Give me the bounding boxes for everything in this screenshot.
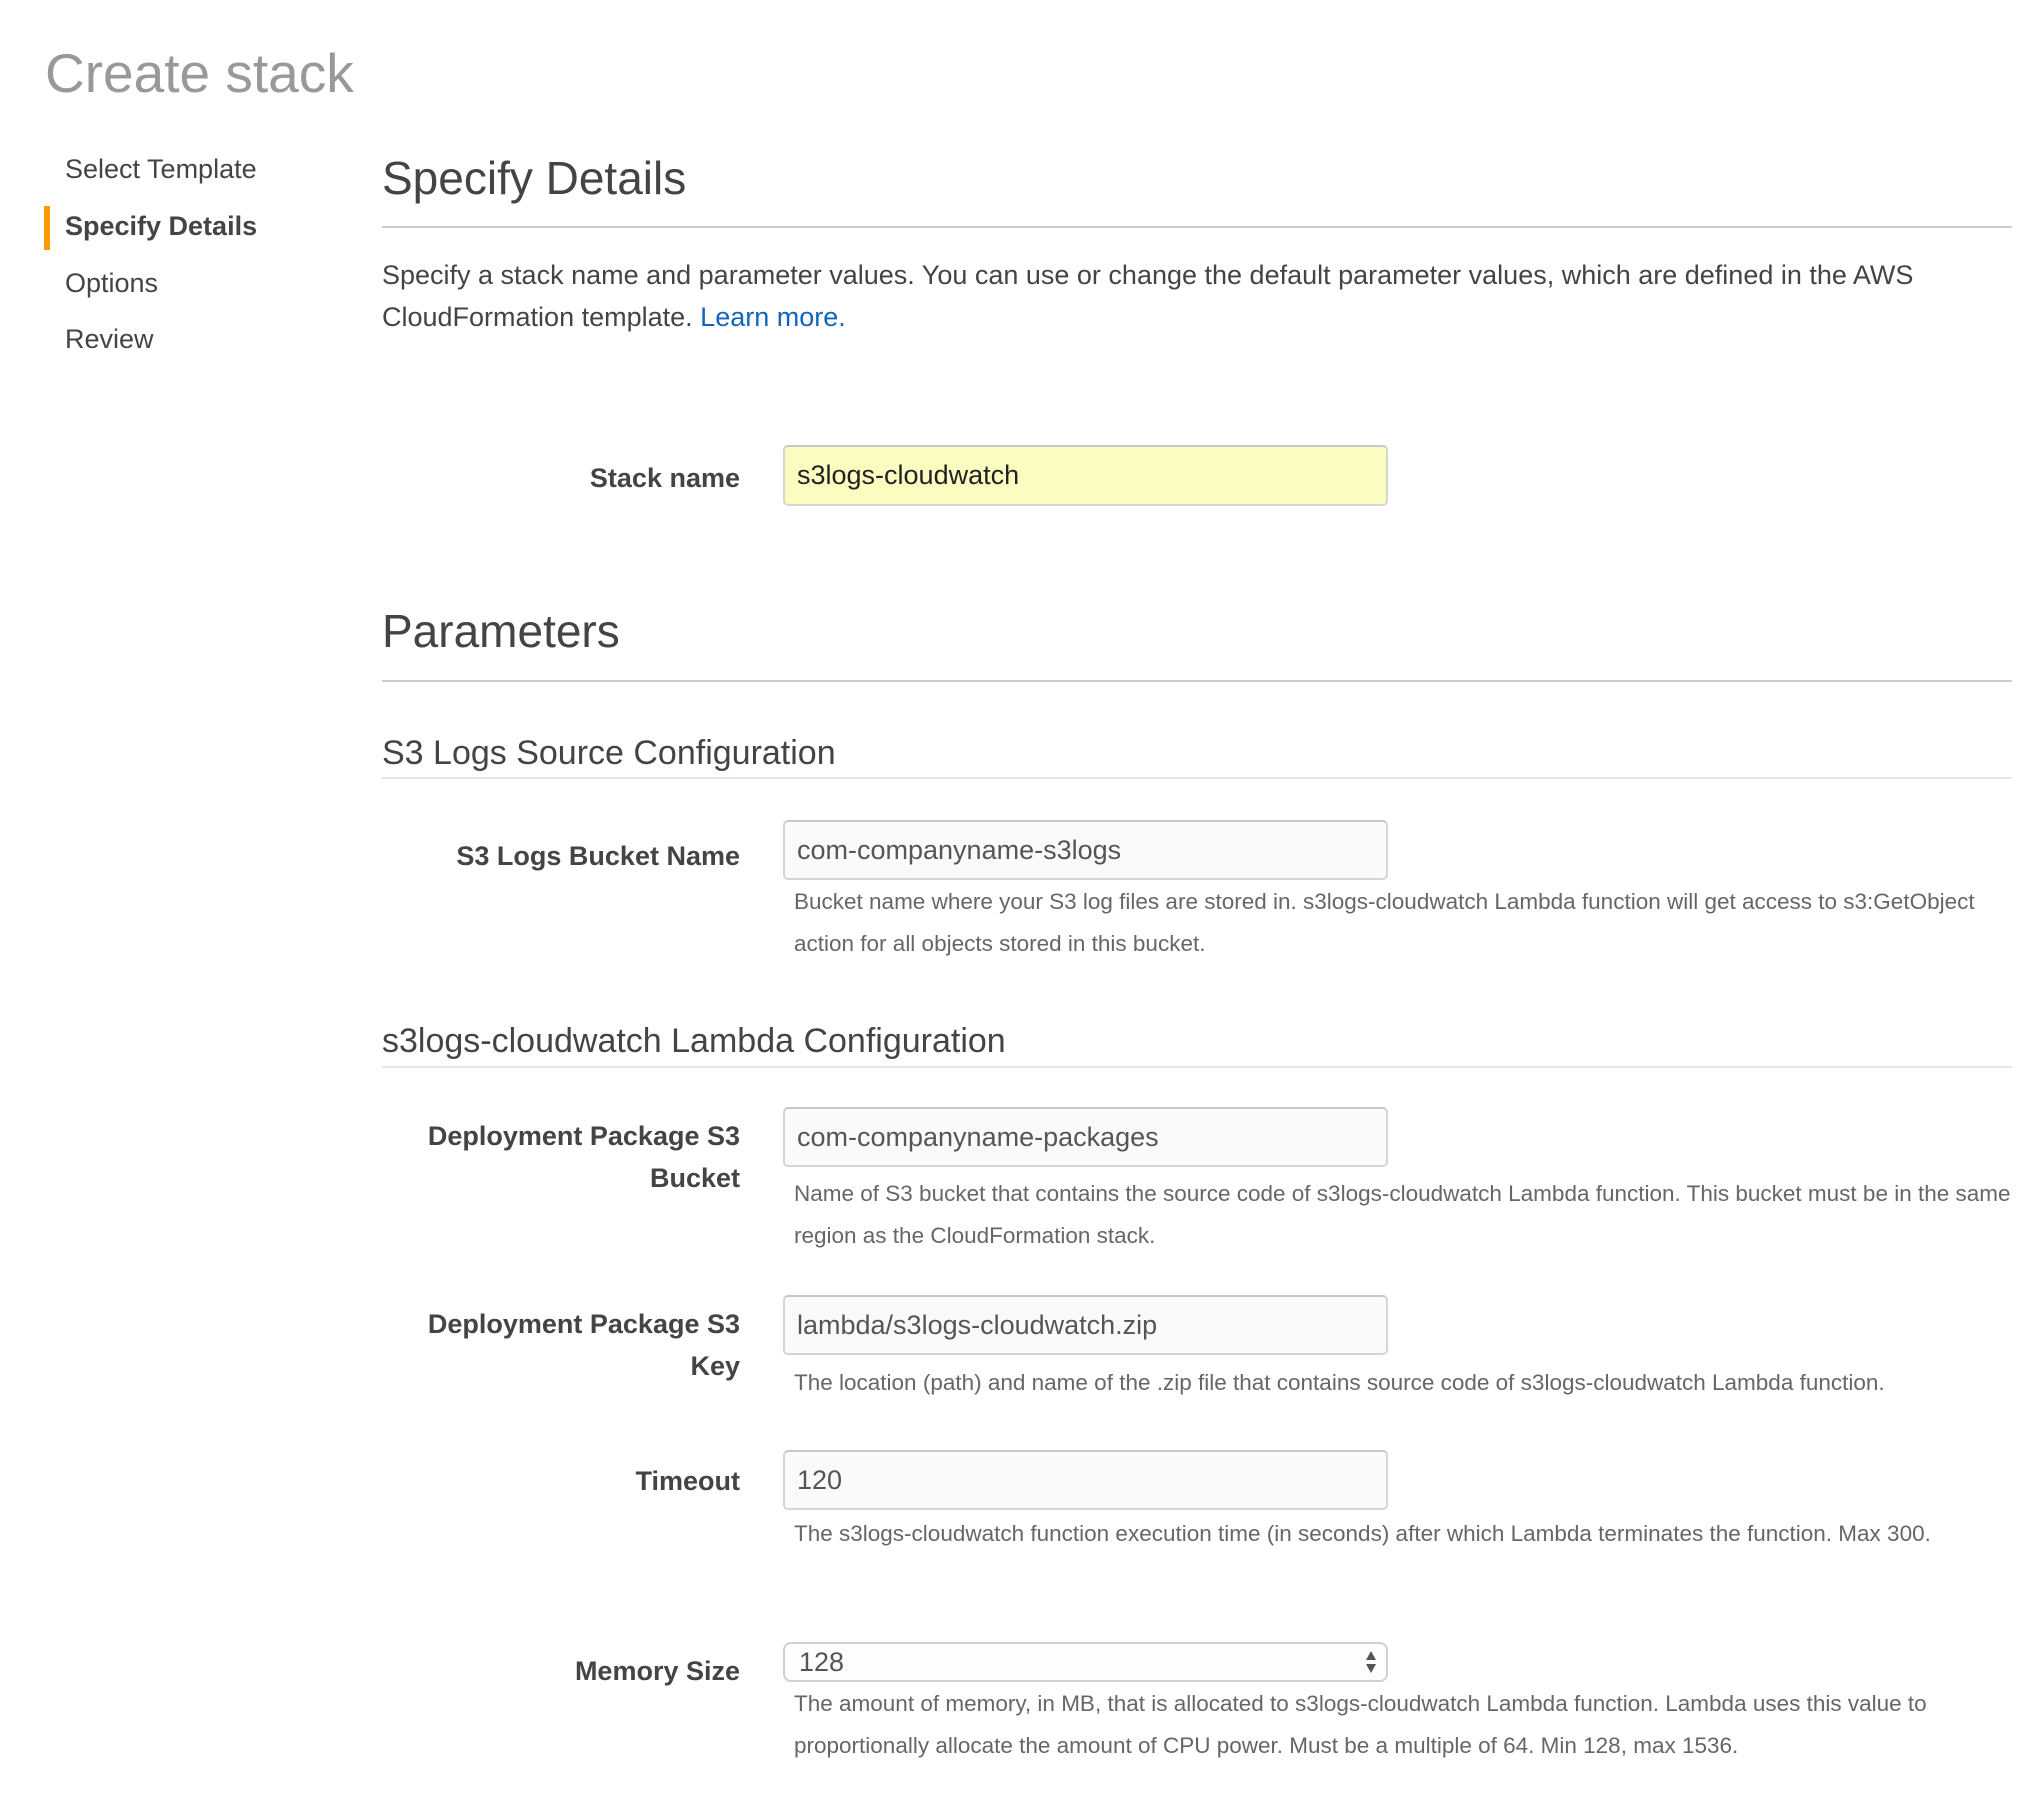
memory-size-help: The amount of memory, in MB, that is all… [794, 1691, 1927, 1758]
section-heading-specify-details: Specify Details [382, 152, 687, 204]
sidebar-item-options[interactable]: Options [65, 266, 158, 300]
deployment-package-s3-bucket-input[interactable] [783, 1107, 1388, 1167]
group-divider [382, 777, 2012, 779]
group-heading-s3-logs-source: S3 Logs Source Configuration [382, 734, 836, 772]
sidebar-item-select-template[interactable]: Select Template [65, 152, 257, 186]
learn-more-link[interactable]: Learn more. [700, 302, 846, 332]
sidebar-item-specify-details[interactable]: Specify Details [65, 209, 257, 243]
intro-text: Specify a stack name and parameter value… [382, 260, 1914, 332]
s3-logs-bucket-name-label: S3 Logs Bucket Name [456, 841, 740, 871]
memory-size-select[interactable]: 128 [783, 1642, 1388, 1682]
active-step-indicator [44, 206, 50, 250]
deployment-package-s3-key-label: Deployment Package S3 Key [427, 1309, 740, 1381]
deployment-package-s3-key-input[interactable] [783, 1295, 1388, 1355]
group-heading-lambda-config: s3logs-cloudwatch Lambda Configuration [382, 1022, 1006, 1060]
section-divider [382, 680, 2012, 682]
group-divider [382, 1066, 2012, 1068]
s3-logs-bucket-name-help: Bucket name where your S3 log files are … [794, 889, 1975, 956]
intro-paragraph: Specify a stack name and parameter value… [382, 254, 2012, 338]
stack-name-input[interactable] [783, 445, 1388, 506]
sidebar-item-review[interactable]: Review [65, 322, 154, 356]
section-heading-parameters: Parameters [382, 605, 620, 657]
deployment-package-s3-bucket-label: Deployment Package S3 Bucket [427, 1121, 740, 1193]
deployment-package-s3-bucket-help: Name of S3 bucket that contains the sour… [794, 1181, 2011, 1248]
page-title: Create stack [45, 42, 354, 104]
timeout-help: The s3logs-cloudwatch function execution… [794, 1521, 1931, 1546]
section-divider [382, 226, 2012, 228]
timeout-input[interactable] [783, 1450, 1388, 1510]
deployment-package-s3-key-help: The location (path) and name of the .zip… [794, 1370, 1885, 1395]
select-updown-arrows-icon [1366, 1651, 1376, 1673]
s3-logs-bucket-name-input[interactable] [783, 820, 1388, 880]
memory-size-value: 128 [799, 1647, 845, 1677]
timeout-label: Timeout [635, 1466, 740, 1496]
memory-size-label: Memory Size [574, 1656, 740, 1686]
stack-name-label: Stack name [589, 463, 740, 493]
